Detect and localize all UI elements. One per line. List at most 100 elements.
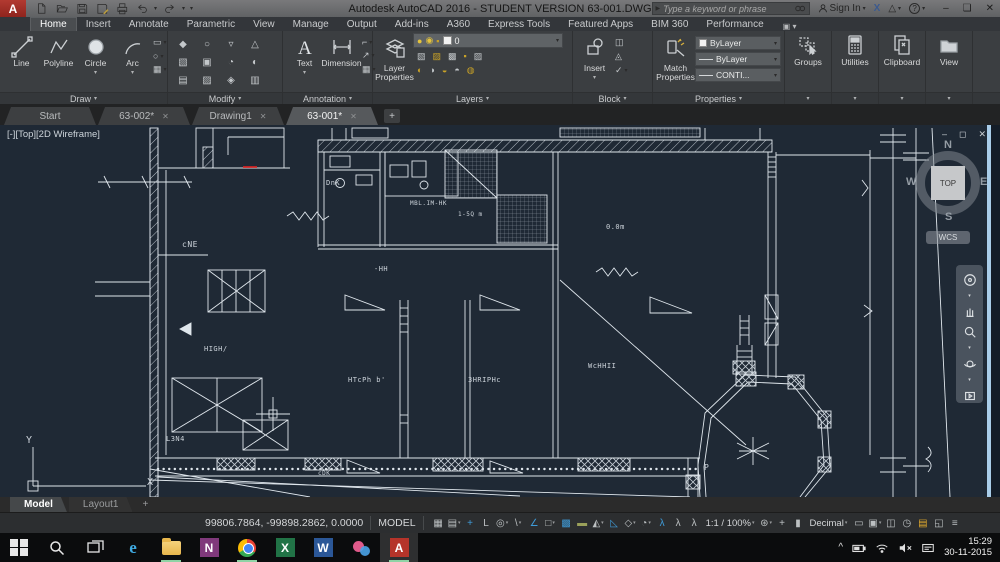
object-snap-tracking-icon[interactable]: ∠ xyxy=(527,515,542,532)
quick-access-menu-icon[interactable]: ▾ xyxy=(190,5,193,12)
ribbon-tab-view[interactable]: View xyxy=(244,18,284,31)
tab-model[interactable]: Model xyxy=(10,497,67,512)
modify-tool-5[interactable]: ▣ xyxy=(195,53,219,71)
orbit-icon[interactable] xyxy=(962,357,978,371)
view-panel-footer[interactable]: ▾ xyxy=(926,93,973,104)
file-explorer-icon[interactable] xyxy=(152,533,190,562)
transparency-icon[interactable]: ◭▾ xyxy=(591,515,606,532)
groups-panel-button[interactable]: Groups xyxy=(785,31,832,92)
lineweight-dropdown[interactable]: ByLayer▾ xyxy=(695,52,781,66)
zoom-icon[interactable] xyxy=(962,325,978,339)
annotation-monitor-icon[interactable]: + xyxy=(775,515,790,532)
layer-tool-b2[interactable]: ◒ xyxy=(442,65,447,76)
modify-tool-4[interactable]: ▧ xyxy=(171,53,195,71)
ribbon-tab-parametric[interactable]: Parametric xyxy=(178,18,244,31)
clean-screen-icon[interactable]: ◷ xyxy=(899,515,914,532)
redo-icon[interactable] xyxy=(162,2,177,15)
lock-ui-icon[interactable]: ▣▾ xyxy=(867,515,882,532)
drawing-canvas[interactable]: YX0.0mcNEHIGH/L3N4-HHDnKMBL.IM-HK1-5Q mH… xyxy=(0,125,1000,497)
action-center-icon[interactable] xyxy=(921,542,935,554)
file-tab-63-002[interactable]: 63-002*✕ xyxy=(98,107,190,125)
open-file-icon[interactable] xyxy=(54,2,69,15)
modify-tool-8[interactable]: ▤ xyxy=(171,71,195,89)
ortho-mode-icon[interactable]: L xyxy=(479,515,494,532)
tab-layout1[interactable]: Layout1 xyxy=(69,497,133,512)
clipboard-panel-footer[interactable]: ▾ xyxy=(879,93,926,104)
view-cube-west[interactable]: W xyxy=(906,176,916,188)
units-value[interactable]: Decimal▾ xyxy=(807,515,851,532)
view-panel-button[interactable]: View xyxy=(926,31,973,92)
close-button[interactable]: ✕ xyxy=(986,3,994,14)
modify-tool-6[interactable]: ◔ xyxy=(219,53,243,71)
workspace-switching-icon[interactable]: ⊛▾ xyxy=(759,515,774,532)
exchange-apps-icon[interactable]: X xyxy=(874,3,881,14)
circle-button[interactable]: Circle▾ xyxy=(77,33,114,91)
view-cube-top-face[interactable]: TOP xyxy=(931,166,965,200)
view-cube-east[interactable]: E xyxy=(980,176,987,188)
navigation-bar[interactable]: ▾ ▾ ▾ xyxy=(956,265,983,403)
draw-tool-1[interactable]: ○▾ xyxy=(153,51,167,61)
ribbon-tab-express-tools[interactable]: Express Tools xyxy=(479,18,559,31)
new-layout-button[interactable]: + xyxy=(134,499,156,510)
layer-tool-a2[interactable]: ▩ xyxy=(448,51,457,62)
layer-tool-a1[interactable]: ▨ xyxy=(433,51,442,62)
redo-menu-icon[interactable]: ▾ xyxy=(182,5,185,12)
pan-icon[interactable] xyxy=(962,305,978,319)
object-snap-icon[interactable]: □▾ xyxy=(543,515,558,532)
onenote-icon[interactable]: N xyxy=(190,533,228,562)
ribbon-tab-performance[interactable]: Performance xyxy=(697,18,772,31)
undo-icon[interactable] xyxy=(134,2,149,15)
object-color-dropdown[interactable]: ByLayer▾ xyxy=(695,36,781,50)
hardware-acceleration-icon[interactable]: ◱ xyxy=(931,515,946,532)
modify-tool-10[interactable]: ◈ xyxy=(219,71,243,89)
block-tool-1[interactable]: ◬ xyxy=(615,51,628,62)
block-tool-2[interactable]: ✓▾ xyxy=(615,65,628,76)
modify-panel-footer[interactable]: Modify▾ xyxy=(168,93,283,104)
modify-tool-9[interactable]: ▨ xyxy=(195,71,219,89)
polyline-button[interactable]: Polyline xyxy=(40,33,77,91)
properties-panel-footer[interactable]: Properties▾ xyxy=(653,93,785,104)
chrome-icon[interactable] xyxy=(228,533,266,562)
view-cube[interactable]: N W E S TOP WCS xyxy=(912,143,984,253)
autoscale-icon[interactable]: λ xyxy=(671,515,686,532)
save-icon[interactable] xyxy=(74,2,89,15)
drawing-restore-button[interactable]: ◻ xyxy=(959,129,966,140)
drawing-minimize-button[interactable]: – xyxy=(942,129,947,140)
new-tab-button[interactable]: + xyxy=(384,109,400,123)
arc-button[interactable]: Arc▾ xyxy=(114,33,151,91)
tray-expand-icon[interactable]: ^ xyxy=(838,542,843,553)
draw-tool-0[interactable]: ▭▾ xyxy=(153,37,167,48)
search-button[interactable] xyxy=(38,533,76,562)
text-button[interactable]: AText▾ xyxy=(286,33,323,91)
modify-tool-0[interactable]: ◆ xyxy=(171,35,195,53)
close-tab-icon[interactable]: ✕ xyxy=(162,112,169,121)
ribbon-tab-a360[interactable]: A360 xyxy=(438,18,479,31)
drawing-close-button[interactable]: ✕ xyxy=(978,129,986,140)
battery-icon[interactable] xyxy=(852,542,866,554)
ribbon-tab-home[interactable]: Home xyxy=(30,17,77,31)
close-tab-icon[interactable]: ✕ xyxy=(260,112,267,121)
insert-block-button[interactable]: Insert ▾ xyxy=(576,33,613,91)
3d-osnap-icon[interactable]: ◇▾ xyxy=(623,515,638,532)
snip-icon[interactable] xyxy=(342,533,380,562)
draw-tool-2[interactable]: ▦▾ xyxy=(153,64,167,75)
grid-display-icon[interactable]: ▦ xyxy=(431,515,446,532)
modify-tool-1[interactable]: ○ xyxy=(195,35,219,53)
new-file-icon[interactable] xyxy=(34,2,49,15)
utilities-panel-footer[interactable]: ▾ xyxy=(832,93,879,104)
layer-dropdown[interactable]: ● ◉ ▪ 0 ▾ xyxy=(413,33,563,48)
modify-tool-2[interactable]: ▿ xyxy=(219,35,243,53)
save-as-icon[interactable] xyxy=(94,2,109,15)
utilities-panel-button[interactable]: Utilities xyxy=(832,31,879,92)
a360-icon[interactable]: △▾ xyxy=(888,3,901,14)
close-tab-icon[interactable]: ✕ xyxy=(350,112,357,121)
search-input[interactable]: ▶ Type a keyword or phrase xyxy=(652,2,810,15)
restore-button[interactable]: ❏ xyxy=(963,3,972,14)
view-cube-north[interactable]: N xyxy=(944,139,952,151)
quick-properties-icon[interactable]: ▭ xyxy=(851,515,866,532)
wcs-dropdown[interactable]: WCS xyxy=(926,231,970,244)
modify-tool-3[interactable]: △ xyxy=(243,35,267,53)
layer-tool-b3[interactable]: ◓ xyxy=(454,65,459,76)
lineweight-icon[interactable]: ▬ xyxy=(575,515,590,532)
block-panel-footer[interactable]: Block▾ xyxy=(573,93,653,104)
